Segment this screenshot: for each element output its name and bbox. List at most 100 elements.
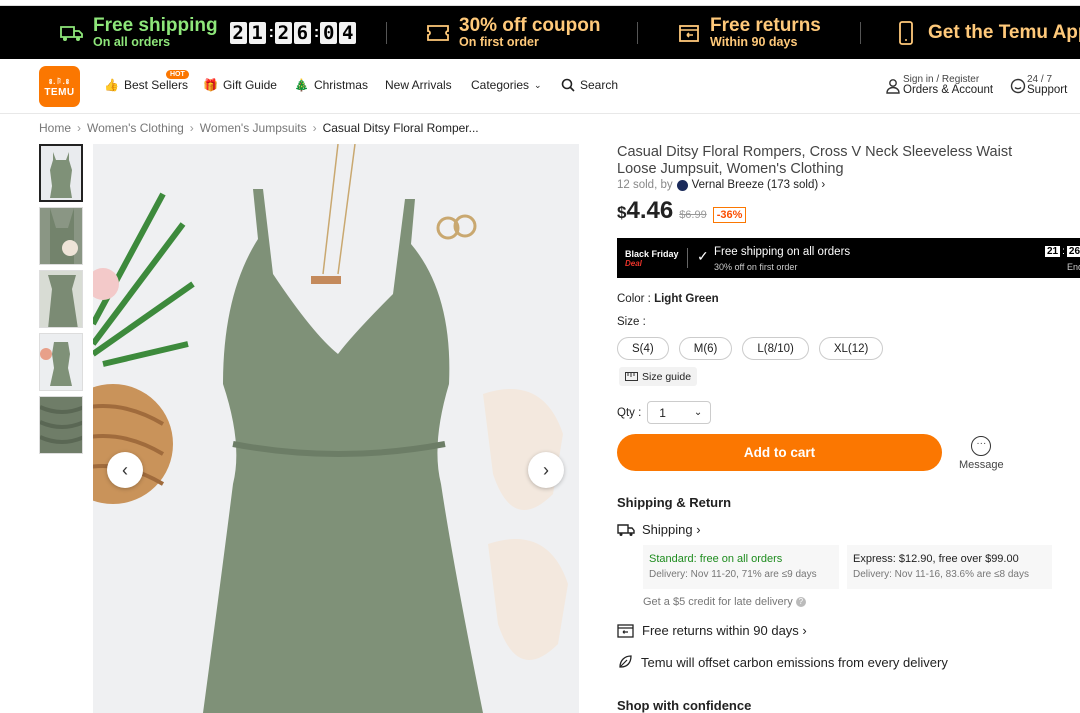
express-shipping-box: Express: $12.90, free over $99.00 Delive… [847, 545, 1052, 589]
nav-best-sellers[interactable]: 👍 Best Sellers [104, 78, 188, 92]
coupon-icon [427, 24, 449, 41]
nav-new-arrivals[interactable]: New Arrivals [385, 78, 452, 92]
nav-gift-guide[interactable]: 🎁 Gift Guide [203, 78, 277, 92]
check-icon: ✓ [697, 248, 709, 264]
orders-account-label: Orders & Account [903, 84, 994, 96]
standard-shipping-title: Standard: free on all orders [649, 553, 783, 565]
truck-icon [60, 25, 83, 41]
quantity-value: 1 [659, 405, 666, 420]
breadcrumb-womens-clothing[interactable]: Women's Clothing [87, 121, 184, 135]
returns-promo[interactable]: Free returns Within 90 days [678, 6, 821, 59]
gift-icon: 🎁 [203, 78, 218, 92]
size-option-l[interactable]: L(8/10) [742, 337, 809, 360]
standard-shipping-detail: Delivery: Nov 11-20, 71% are ≤9 days [649, 569, 817, 580]
search-icon [561, 78, 575, 92]
promo-divider [860, 22, 861, 44]
timer-digit: 2 [274, 21, 292, 44]
thumbnail-image[interactable] [39, 396, 83, 454]
banner-countdown: 21:26 [1045, 246, 1080, 257]
truck-icon [617, 523, 635, 536]
app-title: Get the Temu App [928, 22, 1080, 43]
main-product-image[interactable]: ‹ › [93, 144, 579, 713]
size-option-xl[interactable]: XL(12) [818, 337, 884, 360]
nav-search[interactable]: Search [561, 78, 618, 92]
breadcrumb-womens-jumpsuits[interactable]: Women's Jumpsuits [200, 121, 307, 135]
store-link[interactable]: Vernal Breeze (173 sold) › [692, 179, 826, 191]
size-guide-button[interactable]: Size guide [619, 367, 698, 386]
banner-title: Free shipping on all orders [714, 246, 851, 258]
color-label: Color : [617, 293, 651, 305]
free-returns-label: Free returns within 90 days › [642, 623, 807, 638]
nav-categories-label: Categories [471, 78, 530, 92]
shipping-link[interactable]: Shipping › [617, 522, 701, 537]
timer-digit: 6 [293, 21, 311, 44]
black-friday-label: Black Friday Deal [625, 249, 679, 269]
breadcrumb-separator: › [312, 121, 317, 135]
quantity-select[interactable]: 1 ⌄ [647, 401, 712, 424]
breadcrumb-separator: › [77, 121, 82, 135]
promo-divider [386, 22, 387, 44]
price-value: 4.46 [626, 197, 674, 224]
size-guide-label: Size guide [642, 370, 692, 383]
returns-sub: Within 90 days [710, 35, 798, 49]
promo-divider [637, 22, 638, 44]
thumbs-up-icon: 👍 [104, 78, 119, 92]
carbon-offset-row: Temu will offset carbon emissions from e… [617, 654, 948, 670]
prev-image-button[interactable]: ‹ [107, 452, 143, 488]
logo-text: TEMU [44, 87, 75, 98]
tree-icon: 🎄 [294, 78, 309, 92]
chat-bubble-icon: ··· [971, 436, 992, 456]
message-button[interactable]: ··· Message [959, 436, 1004, 471]
color-row: Color : Light Green [617, 293, 719, 305]
size-option-s[interactable]: S(4) [617, 337, 669, 360]
coupon-title: 30% off coupon [459, 15, 601, 36]
thumbnail-image[interactable] [39, 333, 83, 391]
logo-glyphs: ꗚ.ꑍ.ꗚ [48, 79, 71, 86]
thumbnail-image[interactable] [39, 144, 83, 202]
black-friday-text: Black Friday [625, 249, 679, 259]
nav-categories[interactable]: Categories ⌄ [471, 78, 542, 92]
free-shipping-promo[interactable]: Free shipping On all orders 2 1 : 2 6 : … [60, 6, 358, 59]
promo-banner[interactable]: Free shipping On all orders 2 1 : 2 6 : … [0, 6, 1080, 59]
temu-logo[interactable]: ꗚ.ꑍ.ꗚ TEMU [39, 66, 80, 107]
free-shipping-title: Free shipping [93, 15, 218, 36]
coupon-promo[interactable]: 30% off coupon On first order [426, 6, 600, 59]
free-returns-link[interactable]: Free returns within 90 days › [617, 623, 807, 638]
black-friday-banner[interactable]: Black Friday Deal ✓ Free shipping on all … [617, 238, 1080, 278]
breadcrumb-home[interactable]: Home [39, 121, 71, 135]
timer-digit: 2 [229, 21, 247, 44]
breadcrumb-separator: › [189, 121, 194, 135]
account-menu[interactable]: Sign in / Register Orders & Account [903, 74, 993, 96]
timer-colon: : [313, 23, 320, 41]
chevron-right-icon: › [543, 459, 549, 480]
timer-colon: : [1062, 246, 1065, 257]
nav-christmas-label: Christmas [313, 78, 368, 92]
thumbnail-image[interactable] [39, 207, 83, 265]
shop-with-confidence-heading: Shop with confidence [617, 698, 752, 713]
returns-title: Free returns [710, 15, 821, 36]
coupon-sub: On first order [459, 35, 539, 49]
help-icon[interactable]: ? [795, 597, 806, 607]
discount-badge: -36% [712, 207, 747, 223]
returns-box-icon [679, 24, 699, 42]
support-menu[interactable]: 24 / 7 Support [1027, 74, 1067, 96]
app-promo[interactable]: Get the Temu App [898, 6, 1080, 59]
express-shipping-detail: Delivery: Nov 11-16, 83.6% are ≤8 days [853, 569, 1029, 580]
add-to-cart-button[interactable]: Add to cart [617, 434, 942, 471]
banner-sub: 30% off on first order [714, 262, 798, 272]
promo-countdown: 2 1 : 2 6 : 0 4 [229, 21, 359, 44]
size-option-m[interactable]: M(6) [678, 337, 733, 360]
banner-divider [687, 248, 688, 268]
price-row: $ 4.46 $6.99 -36% [617, 197, 1080, 225]
quantity-row: Qty : 1 ⌄ [617, 401, 712, 424]
shipping-return-heading: Shipping & Return [617, 495, 732, 510]
ruler-icon [625, 372, 638, 381]
next-image-button[interactable]: › [528, 452, 564, 488]
timer-digit: 0 [320, 21, 338, 44]
support-label: Support [1027, 84, 1068, 96]
nav-christmas[interactable]: 🎄 Christmas [294, 78, 368, 92]
late-delivery-credit: Get a $5 credit for late delivery ? [643, 596, 806, 608]
thumbnail-image[interactable] [39, 270, 83, 328]
hot-badge: HOT [166, 70, 189, 79]
color-value: Light Green [654, 293, 719, 305]
